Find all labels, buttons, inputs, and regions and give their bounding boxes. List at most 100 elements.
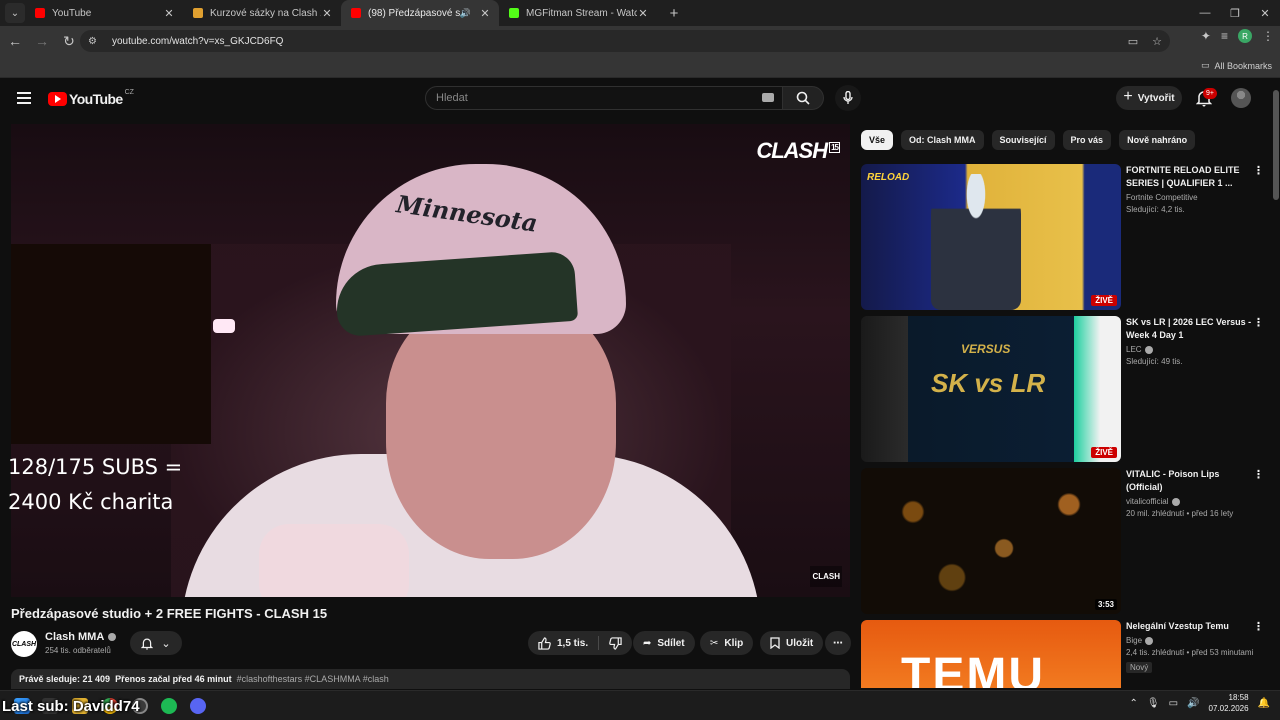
recommendation-title[interactable]: SK vs LR | 2026 LEC Versus - Week 4 Day …: [1126, 316, 1254, 342]
browser-tab-bar: ⌄ YouTube ✕ Kurzové sázky na Clash 15 | …: [0, 0, 1280, 26]
close-icon[interactable]: ✕: [321, 7, 333, 20]
live-badge: ŽIVĚ: [1091, 295, 1117, 306]
forward-arrow-icon[interactable]: →: [30, 29, 54, 53]
channel-name: vitalicofficial: [1126, 497, 1169, 506]
tab-youtube[interactable]: YouTube ✕: [25, 0, 183, 26]
youtube-favicon-icon: [351, 8, 361, 18]
spotify-icon[interactable]: [161, 698, 177, 714]
back-arrow-icon[interactable]: ←: [3, 29, 27, 53]
youtube-logo[interactable]: YouTube CZ: [48, 89, 134, 107]
menu-kebab-icon[interactable]: ⋮: [1262, 29, 1274, 43]
microphone-tray-icon[interactable]: 🎙: [1147, 698, 1160, 709]
search-button[interactable]: [783, 86, 824, 110]
video-player[interactable]: Minnesota CLASH 15 CLASH: [11, 124, 850, 597]
recommendation-item[interactable]: TEMU Nelegální Vzestup Temu Bige 2,4 tis…: [861, 620, 1271, 688]
tab-title: Kurzové sázky na Clash 15 | Tip: [210, 7, 321, 19]
more-actions-button[interactable]: ⋯: [825, 631, 851, 655]
more-options-icon[interactable]: ⋮: [1253, 470, 1264, 481]
chip-recently-uploaded[interactable]: Nově nahráno: [1119, 130, 1196, 150]
all-bookmarks-label: All Bookmarks: [1214, 60, 1272, 71]
reload-icon[interactable]: ↻: [57, 29, 81, 53]
recommendation-item[interactable]: VERSUS SK vs LR ŽIVĚ SK vs LR | 2026 LEC…: [861, 316, 1271, 462]
close-icon[interactable]: ✕: [479, 7, 491, 20]
thumbnail-vs-graphic: SK vs LR: [931, 368, 1046, 398]
recommendation-title[interactable]: VITALIC - Poison Lips (Official): [1126, 468, 1254, 494]
more-options-icon[interactable]: ⋮: [1253, 318, 1264, 329]
discord-icon[interactable]: [190, 698, 206, 714]
recommendation-meta: Sledující: 4,2 tis.: [1126, 205, 1185, 214]
recommendation-channel[interactable]: vitalicofficial: [1126, 497, 1254, 506]
tab-betting[interactable]: Kurzové sázky na Clash 15 | Tip ✕: [183, 0, 341, 26]
voice-search-button[interactable]: [835, 85, 861, 111]
volume-icon[interactable]: 🔊: [1187, 698, 1199, 709]
thumbs-up-icon: [538, 636, 551, 650]
channel-name: Clash MMA: [45, 631, 105, 643]
clock[interactable]: 18:58 07.02.2026: [1209, 692, 1249, 714]
share-button[interactable]: ➦ Sdílet: [633, 631, 695, 655]
dislike-button[interactable]: [599, 631, 632, 655]
cast-icon[interactable]: ▭: [1128, 35, 1138, 48]
close-icon[interactable]: ✕: [637, 7, 649, 20]
chip-from-channel[interactable]: Od: Clash MMA: [901, 130, 984, 150]
description-box[interactable]: Právě sleduje: 21 409 Přenos začal před …: [11, 669, 850, 689]
minimize-icon[interactable]: —: [1190, 0, 1220, 26]
more-options-icon[interactable]: ⋮: [1253, 166, 1264, 177]
tab-title: (98) Předzápasové studio: [368, 7, 460, 19]
scrollbar-thumb[interactable]: [1273, 90, 1279, 200]
microphone-icon: [843, 91, 853, 104]
channel-avatar[interactable]: CLASH: [11, 631, 37, 657]
recommendation-item[interactable]: RELOAD ŽIVĚ FORTNITE RELOAD ELITE SERIES…: [861, 164, 1271, 310]
create-button[interactable]: + Vytvořit: [1116, 86, 1182, 110]
recommendation-item[interactable]: 3:53 VITALIC - Poison Lips (Official) vi…: [861, 468, 1271, 614]
chip-for-you[interactable]: Pro vás: [1062, 130, 1112, 150]
bookmark-star-icon[interactable]: ☆: [1152, 35, 1162, 48]
close-icon[interactable]: ✕: [163, 7, 175, 20]
search-box: [425, 86, 783, 110]
toolbar-right: ✦ ≡ R ⋮: [1201, 29, 1274, 43]
restore-icon[interactable]: ❐: [1220, 0, 1250, 26]
recommendation-channel[interactable]: Bige: [1126, 636, 1254, 645]
network-icon[interactable]: ▭: [1169, 698, 1178, 709]
page-scrollbar[interactable]: [1272, 80, 1280, 690]
close-window-icon[interactable]: ✕: [1250, 0, 1280, 26]
recommendation-title[interactable]: Nelegální Vzestup Temu: [1126, 620, 1254, 633]
keyboard-icon[interactable]: [762, 93, 774, 102]
clash-watermark: CLASH 15: [756, 138, 840, 164]
video-thumbnail[interactable]: TEMU: [861, 620, 1121, 688]
new-tab-button[interactable]: +: [663, 5, 685, 22]
chip-all[interactable]: Vše: [861, 130, 894, 150]
channel-name-link[interactable]: Clash MMA: [45, 631, 117, 643]
video-thumbnail[interactable]: VERSUS SK vs LR ŽIVĚ: [861, 316, 1121, 462]
window-controls: — ❐ ✕: [1190, 0, 1280, 26]
video-thumbnail[interactable]: 3:53: [861, 468, 1121, 614]
thumbnail-character: [931, 174, 1021, 310]
extensions-icon[interactable]: ✦: [1201, 29, 1211, 43]
tab-search-button[interactable]: ⌄: [5, 3, 25, 23]
video-thumbnail[interactable]: RELOAD ŽIVĚ: [861, 164, 1121, 310]
media-control-icon[interactable]: ≡: [1221, 29, 1228, 43]
clip-button[interactable]: ✂ Klip: [700, 631, 754, 655]
audio-playing-icon[interactable]: 🔊: [460, 8, 471, 19]
address-bar[interactable]: ⚙ youtube.com/watch?v=xs_GKJCD6FQ ▭ ☆: [80, 30, 1170, 52]
user-avatar[interactable]: [1231, 88, 1251, 108]
notification-center-icon[interactable]: 🔔: [1258, 698, 1270, 709]
more-options-icon[interactable]: ⋮: [1253, 622, 1264, 633]
chevron-up-icon[interactable]: ⌃: [1130, 698, 1138, 709]
tab-active-studio[interactable]: (98) Předzápasové studio 🔊 ✕: [341, 0, 499, 26]
save-button[interactable]: Uložit: [760, 631, 824, 655]
recommendation-channel[interactable]: LEC: [1126, 345, 1254, 354]
recommendation-title[interactable]: FORTNITE RELOAD ELITE SERIES | QUALIFIER…: [1126, 164, 1254, 190]
clock-date: 07.02.2026: [1208, 704, 1249, 713]
hashtags[interactable]: #clashofthestars #CLASHMMA #clash: [237, 674, 389, 684]
search-input[interactable]: [436, 92, 736, 104]
site-info-icon[interactable]: ⚙: [88, 36, 102, 47]
subscription-bell-button[interactable]: ⌄: [130, 631, 182, 655]
profile-avatar[interactable]: R: [1238, 29, 1252, 43]
system-tray: ⌃ 🎙 ▭ 🔊 18:58 07.02.2026 🔔: [1130, 692, 1271, 714]
hamburger-menu-icon[interactable]: [17, 92, 31, 104]
recommendation-channel[interactable]: Fortnite Competitive: [1126, 193, 1254, 202]
chip-related[interactable]: Související: [991, 130, 1055, 150]
like-button[interactable]: 1,5 tis.: [528, 631, 598, 655]
all-bookmarks-button[interactable]: ▭ All Bookmarks: [1201, 60, 1272, 71]
tab-kick-stream[interactable]: MGFitman Stream - Watch Live ✕: [499, 0, 657, 26]
